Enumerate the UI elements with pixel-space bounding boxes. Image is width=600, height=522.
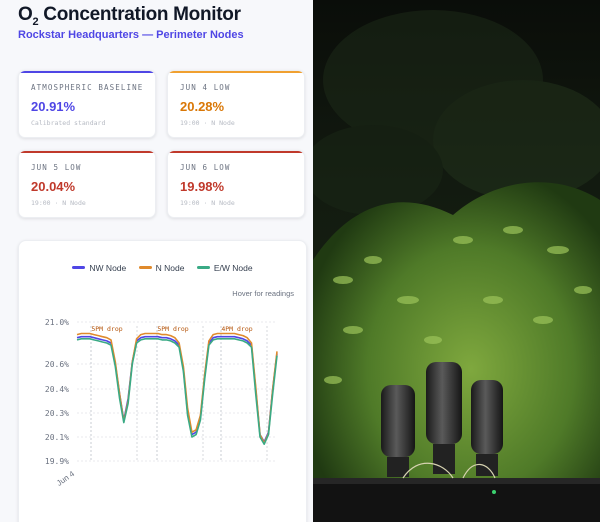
card-accent	[19, 71, 155, 73]
title-text: Concentration Monitor	[43, 4, 241, 25]
series-line	[76, 338, 278, 445]
card-label: ATMOSPHERIC BASELINE	[31, 83, 144, 92]
x-tick-label: Jun 4	[55, 469, 77, 488]
card-note: Calibrated standard	[31, 119, 106, 127]
sensor-case-lid	[313, 478, 600, 484]
status-led	[492, 490, 496, 494]
drop-annotation: 4PM drop	[221, 325, 252, 333]
stat-card-jun4: JUN 4 LOW 20.28% 19:00 · N Node	[167, 70, 305, 138]
y-tick-label: 20.4%	[45, 385, 69, 394]
stat-card-jun6: JUN 6 LOW 19.98% 19:00 · N Node	[167, 150, 305, 218]
card-accent	[19, 151, 155, 153]
drop-annotation: 5PM drop	[157, 325, 188, 333]
card-accent	[168, 71, 304, 73]
page-subtitle: Rockstar Headquarters — Perimeter Nodes	[18, 29, 244, 41]
card-label: JUN 4 LOW	[180, 83, 231, 92]
card-value: 20.91%	[31, 99, 76, 114]
card-value: 20.04%	[31, 179, 76, 194]
y-tick-label: 20.1%	[45, 433, 69, 442]
card-accent	[168, 151, 304, 153]
page: O2 Concentration Monitor Rockstar Headqu…	[0, 0, 600, 522]
series-line	[76, 332, 278, 444]
title-o: O	[18, 4, 33, 25]
y-tick-label: 20.3%	[45, 409, 69, 418]
card-label: JUN 6 LOW	[180, 163, 231, 172]
page-title: O2 Concentration Monitor	[18, 4, 241, 28]
y-tick-label: 20.6%	[45, 360, 69, 369]
sensor-photo-image	[313, 0, 600, 522]
card-value: 19.98%	[180, 179, 225, 194]
card-note: 19:00 · N Node	[180, 199, 235, 207]
shrubs	[313, 182, 600, 522]
stat-card-baseline: ATMOSPHERIC BASELINE 20.91% Calibrated s…	[18, 70, 156, 138]
o2-line-chart[interactable]: 21.0% 20.6% 20.4% 20.3% 20.1% 19.9% 5PM drop 5P…	[19, 241, 306, 522]
title-subscript: 2	[32, 16, 39, 28]
card-note: 19:00 · N Node	[31, 199, 86, 207]
card-value: 20.28%	[180, 99, 225, 114]
sensor-case	[313, 478, 600, 522]
y-tick-label: 21.0%	[45, 318, 69, 327]
card-label: JUN 5 LOW	[31, 163, 82, 172]
dashboard-panel: O2 Concentration Monitor Rockstar Headqu…	[0, 0, 313, 522]
card-note: 19:00 · N Node	[180, 119, 235, 127]
sensor-photo	[313, 0, 600, 522]
y-tick-label: 19.9%	[45, 457, 69, 466]
chart-card: NW Node N Node E/W Node Hover for readin…	[18, 240, 307, 522]
stat-card-jun5: JUN 5 LOW 20.04% 19:00 · N Node	[18, 150, 156, 218]
drop-annotation: 5PM drop	[91, 325, 122, 333]
